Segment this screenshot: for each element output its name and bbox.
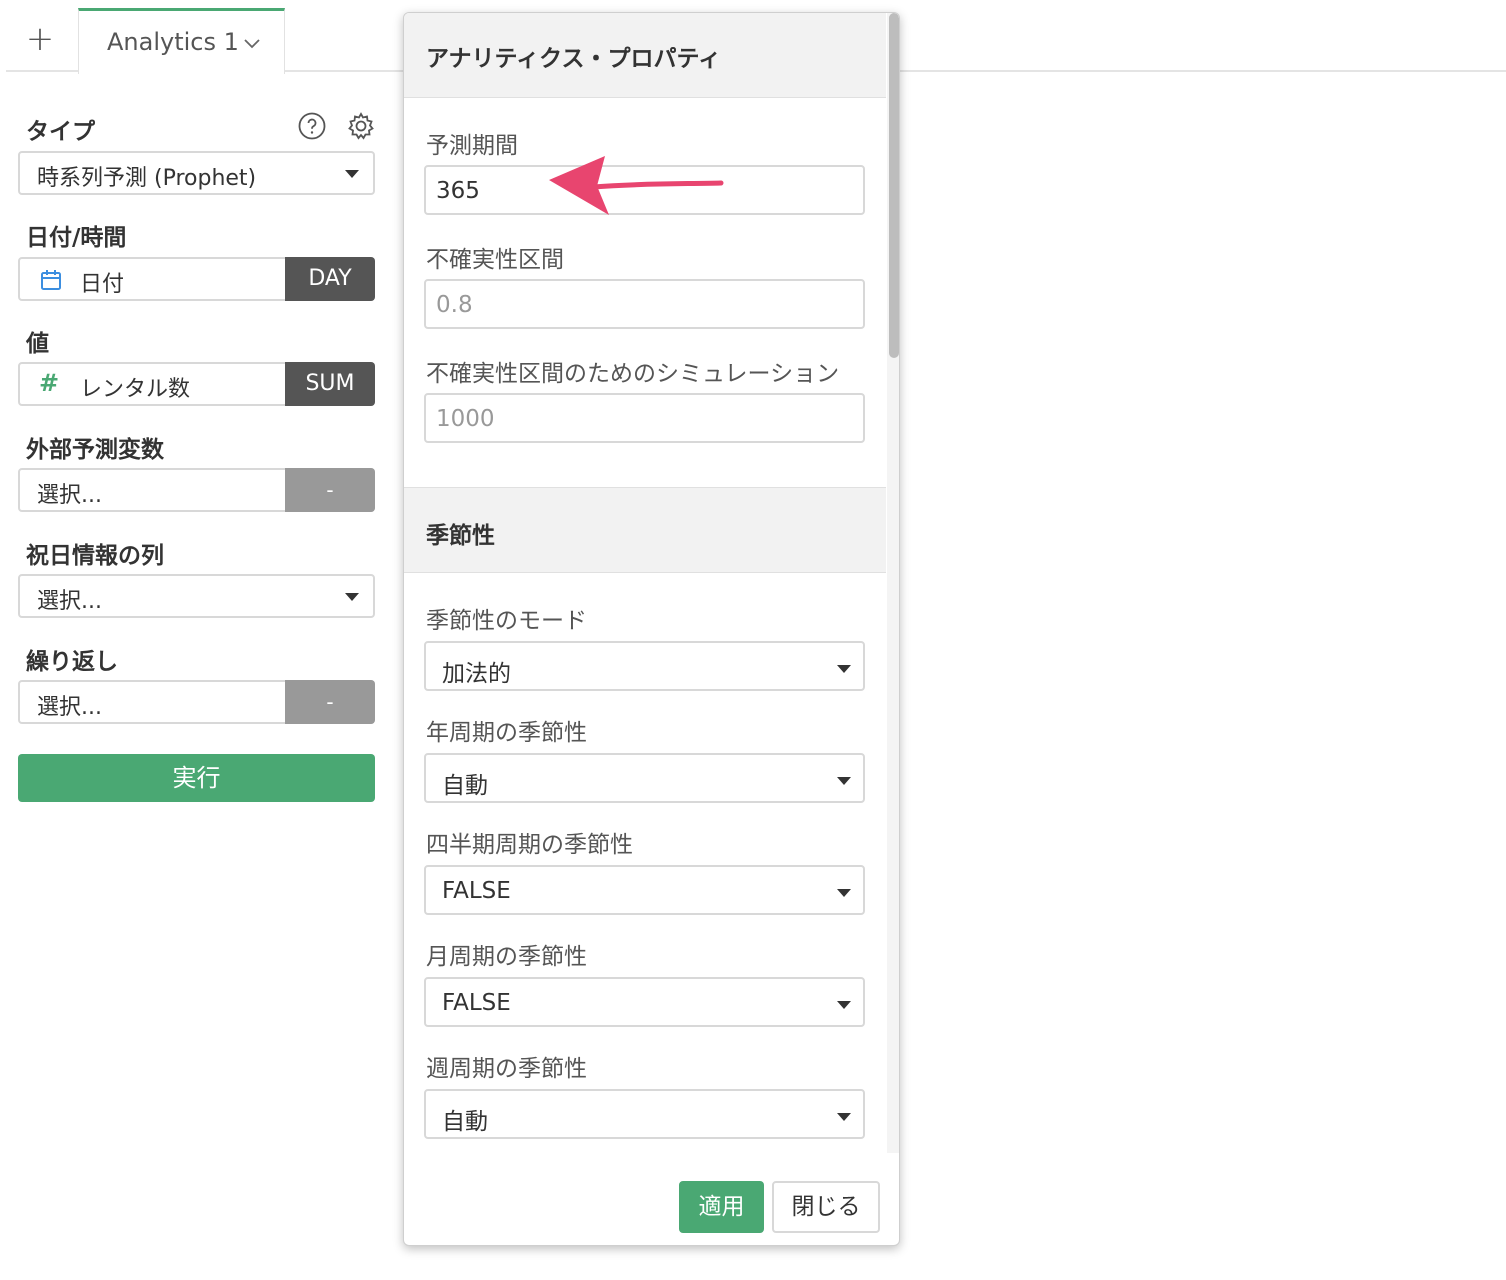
caret-down-icon: [837, 1113, 851, 1121]
yearly-seasonality-value: 自動: [442, 773, 488, 799]
uncertainty-interval-label: 不確実性区間: [426, 247, 564, 273]
apply-button[interactable]: 適用: [679, 1181, 764, 1233]
seasonality-mode-select[interactable]: 加法的: [424, 641, 865, 691]
run-button[interactable]: 実行: [18, 754, 375, 802]
caret-down-icon: [837, 889, 851, 897]
type-select[interactable]: 時系列予測 (Prophet): [18, 151, 375, 195]
weekly-seasonality-select[interactable]: 自動: [424, 1089, 865, 1139]
popover-header: アナリティクス・プロパティ: [404, 13, 886, 98]
quarterly-seasonality-select[interactable]: FALSE: [424, 865, 865, 915]
weekly-seasonality-label: 週周期の季節性: [426, 1056, 587, 1082]
date-label: 日付/時間: [26, 225, 127, 251]
popover-title: アナリティクス・プロパティ: [426, 46, 722, 72]
value-column-value: レンタル数: [80, 377, 191, 402]
weekly-seasonality-value: 自動: [442, 1109, 488, 1135]
close-button[interactable]: 閉じる: [772, 1181, 880, 1233]
caret-down-icon: [837, 777, 851, 785]
uncertainty-interval-input[interactable]: 0.8: [424, 279, 865, 329]
monthly-seasonality-select[interactable]: FALSE: [424, 977, 865, 1027]
repeat-agg-button[interactable]: -: [285, 680, 375, 724]
tab-label: Analytics 1: [107, 28, 239, 56]
type-select-value: 時系列予測 (Prophet): [37, 166, 257, 191]
value-label: 値: [26, 331, 49, 357]
seasonality-section-title: 季節性: [426, 523, 495, 549]
simulation-count-placeholder: 1000: [436, 406, 495, 432]
value-column-field[interactable]: # レンタル数 SUM: [18, 362, 375, 406]
simulation-count-input[interactable]: 1000: [424, 393, 865, 443]
external-regressor-value: 選択...: [37, 483, 102, 508]
annotation-arrow: [549, 156, 724, 215]
yearly-seasonality-label: 年周期の季節性: [426, 720, 587, 746]
add-tab-button[interactable]: +: [16, 20, 64, 60]
forecast-period-label: 予測期間: [426, 133, 518, 159]
date-column-field[interactable]: 日付 DAY: [18, 257, 375, 301]
yearly-seasonality-select[interactable]: 自動: [424, 753, 865, 803]
chevron-down-icon[interactable]: [242, 33, 262, 53]
date-aggregation-button[interactable]: DAY: [285, 257, 375, 301]
quarterly-seasonality-label: 四半期周期の季節性: [426, 832, 633, 858]
calendar-icon: [41, 270, 61, 290]
caret-down-icon: [837, 1001, 851, 1009]
caret-down-icon: [345, 170, 359, 178]
seasonality-mode-value: 加法的: [442, 661, 511, 687]
uncertainty-interval-placeholder: 0.8: [436, 292, 473, 318]
holiday-label: 祝日情報の列: [26, 543, 164, 569]
monthly-seasonality-value: FALSE: [442, 990, 511, 1016]
holiday-select-value: 選択...: [37, 589, 102, 614]
gear-icon[interactable]: [346, 111, 376, 141]
external-regressor-agg-button[interactable]: -: [285, 468, 375, 512]
monthly-seasonality-label: 月周期の季節性: [426, 944, 587, 970]
repeat-field[interactable]: 選択... -: [18, 680, 375, 724]
seasonality-section-header: 季節性: [404, 487, 886, 573]
date-column-value: 日付: [80, 272, 125, 297]
external-regressor-field[interactable]: 選択... -: [18, 468, 375, 512]
seasonality-mode-label: 季節性のモード: [426, 608, 587, 634]
type-label: タイプ: [26, 119, 95, 145]
repeat-value: 選択...: [37, 695, 102, 720]
help-icon[interactable]: [297, 111, 327, 141]
scrollbar-thumb[interactable]: [889, 13, 899, 358]
hash-icon: #: [39, 369, 60, 397]
external-regressor-label: 外部予測変数: [26, 437, 164, 463]
holiday-select[interactable]: 選択...: [18, 574, 375, 618]
simulation-count-label: 不確実性区間のためのシミュレーション: [426, 361, 840, 387]
repeat-label: 繰り返し: [26, 649, 118, 675]
value-aggregation-button[interactable]: SUM: [285, 362, 375, 406]
popover-scrollbar[interactable]: [887, 13, 899, 1153]
forecast-period-value: 365: [436, 178, 480, 204]
quarterly-seasonality-value: FALSE: [442, 878, 511, 904]
tab-analytics-1[interactable]: Analytics 1: [78, 8, 285, 74]
caret-down-icon: [837, 665, 851, 673]
caret-down-icon: [345, 593, 359, 601]
